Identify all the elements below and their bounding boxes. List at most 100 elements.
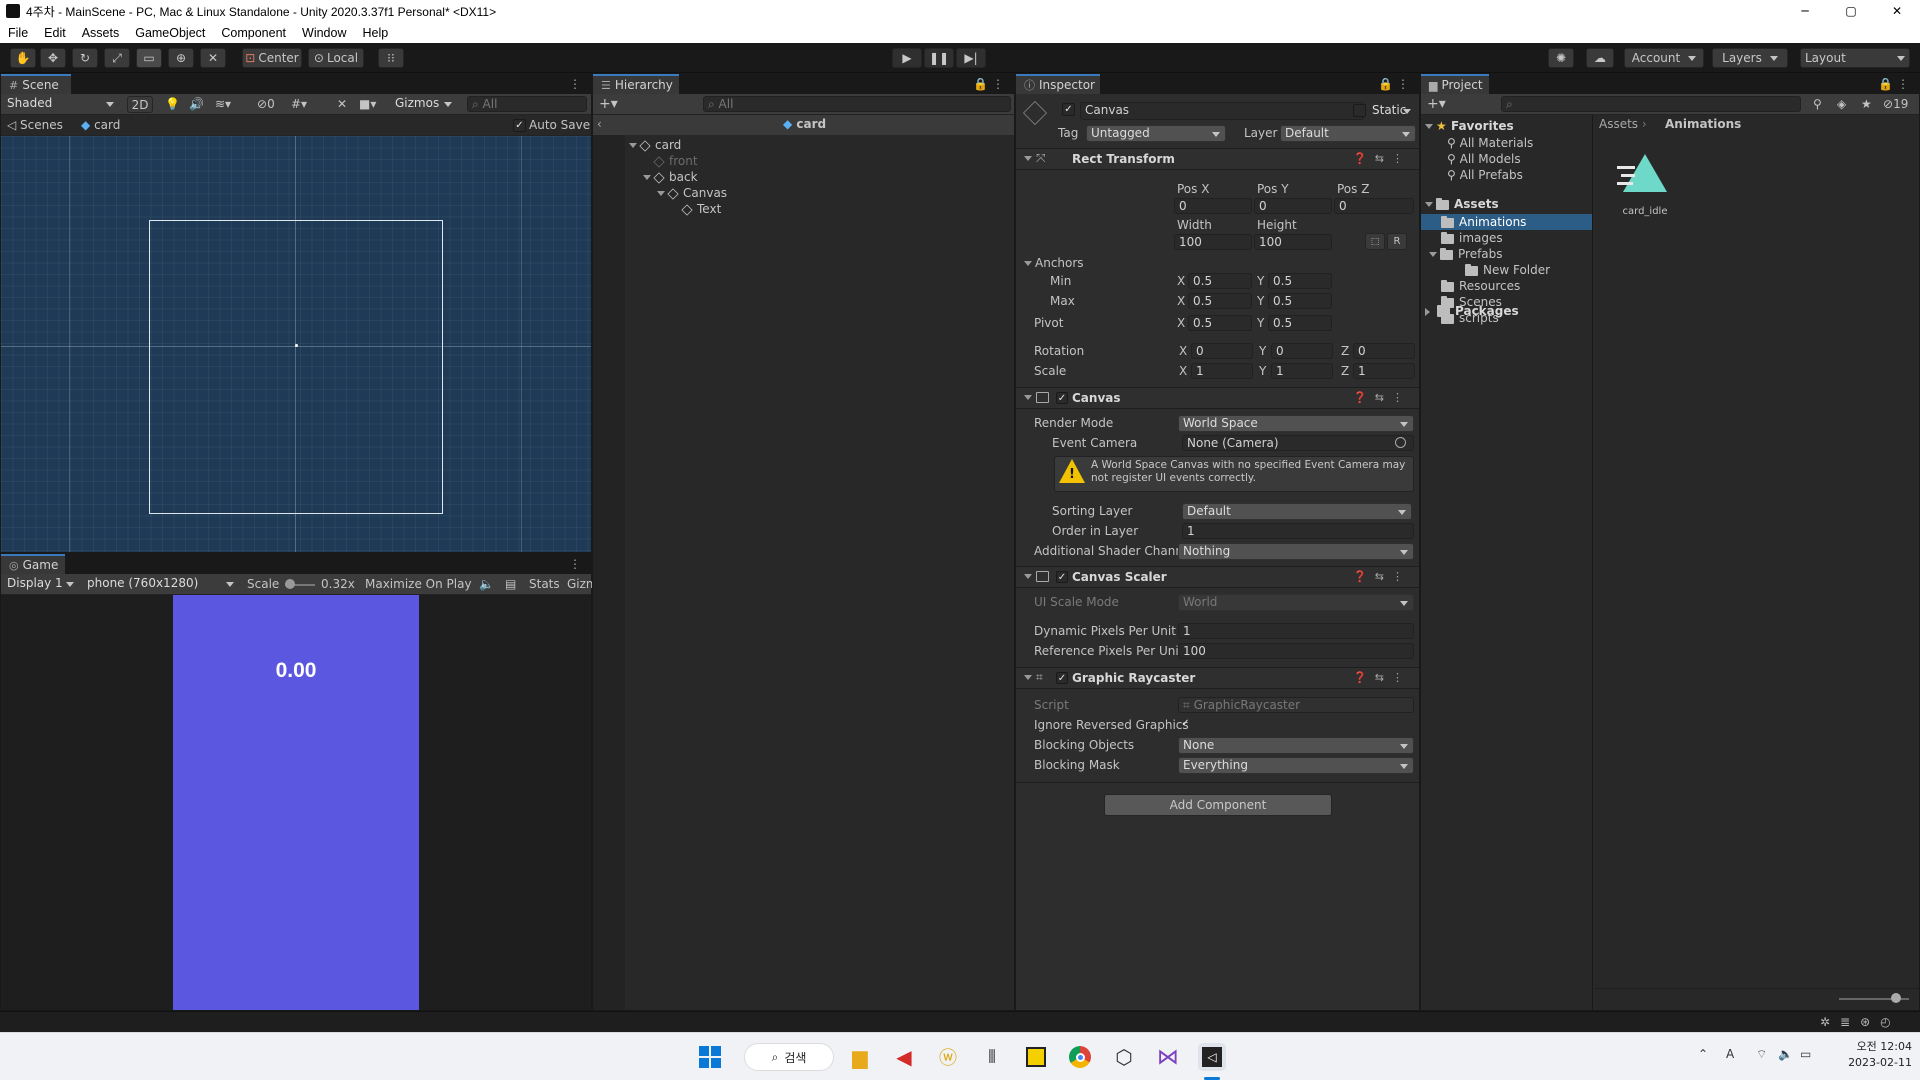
sorting-layer-dropdown[interactable]: Default [1182, 503, 1412, 520]
game-viewport[interactable]: 0.00 [1, 595, 591, 1010]
scale-z-field[interactable]: 1 [1353, 363, 1415, 379]
component-header-icons[interactable]: ❓⇆⋮ [1353, 391, 1411, 404]
favorite-star-icon[interactable]: ★ [1861, 97, 1872, 111]
wifi-icon[interactable]: ⌔ [1756, 1047, 1767, 1062]
volume-icon[interactable]: 🔈 [1778, 1047, 1793, 1061]
tab-hierarchy[interactable]: ☰ Hierarchy [593, 74, 679, 94]
windows-start-icon[interactable] [696, 1043, 724, 1071]
audio-icon[interactable]: 🔊 [189, 97, 204, 111]
object-active-checkbox[interactable]: ✓ [1062, 103, 1075, 116]
collab-icon[interactable]: ✺ [1548, 48, 1574, 68]
dynamic-ppu-field[interactable]: 1 [1178, 623, 1414, 639]
pivot-point[interactable] [295, 344, 298, 347]
menu-assets[interactable]: Assets [74, 26, 128, 40]
hierarchy-lock-icon[interactable]: 🔒 [973, 77, 988, 91]
canvas-enabled-checkbox[interactable]: ✓ [1056, 392, 1068, 404]
expand-arrow-icon[interactable] [657, 190, 665, 200]
menu-help[interactable]: Help [354, 26, 396, 40]
hierarchy-item[interactable]: front [643, 154, 698, 168]
scale-x-field[interactable]: 1 [1191, 363, 1253, 379]
project-lock-icon[interactable]: 🔒 [1878, 77, 1893, 91]
anchor-min-y-field[interactable]: 0.5 [1268, 273, 1332, 289]
project-search-input[interactable]: ⌕ [1501, 96, 1801, 112]
anchor-max-y-field[interactable]: 0.5 [1268, 293, 1332, 309]
tab-game[interactable]: ◎ Game [1, 554, 65, 574]
project-menu-icon[interactable]: ⋮ [1897, 77, 1909, 91]
favorites-foldout[interactable]: ★ Favorites [1425, 119, 1514, 133]
rotation-z-field[interactable]: 0 [1353, 343, 1415, 359]
blueprint-mode-button[interactable]: ⬚ [1365, 233, 1385, 250]
minimize-button[interactable]: ─ [1782, 0, 1828, 22]
close-button[interactable]: ✕ [1874, 0, 1920, 22]
asset-card-idle[interactable]: card_idle [1617, 152, 1677, 232]
hidden-objects-icon[interactable]: ⊘0 [257, 97, 275, 111]
audio-app-icon[interactable]: ⫴ [978, 1043, 1006, 1071]
canvas-scaler-header[interactable]: ✓ Canvas Scaler ❓⇆⋮ [1016, 566, 1419, 588]
inspector-menu-icon[interactable]: ⋮ [1397, 77, 1409, 91]
scale-y-field[interactable]: 1 [1271, 363, 1333, 379]
blocking-objects-dropdown[interactable]: None [1178, 737, 1414, 754]
expand-arrow-icon[interactable] [629, 142, 637, 152]
menu-component[interactable]: Component [213, 26, 294, 40]
project-folder-item[interactable]: scripts [1441, 311, 1499, 325]
file-explorer-icon[interactable]: ▆ [846, 1043, 874, 1071]
rotation-x-field[interactable]: 0 [1191, 343, 1253, 359]
grid-snap-icon[interactable]: ⁝⁝ [378, 48, 404, 68]
expand-arrow-icon[interactable] [1429, 251, 1437, 261]
favorite-item[interactable]: ⚲ All Models [1447, 152, 1521, 166]
sticky-notes-icon[interactable] [1022, 1043, 1050, 1071]
project-folder-item[interactable]: Resources [1441, 279, 1520, 293]
scenes-breadcrumb[interactable]: ◁ Scenes [7, 118, 63, 132]
hierarchy-search-input[interactable]: ⌕ All [703, 96, 1011, 112]
hierarchy-item[interactable]: Canvas [657, 186, 727, 200]
event-camera-field[interactable]: None (Camera) [1182, 435, 1414, 451]
stats-icon[interactable]: ▤ [505, 577, 516, 591]
static-dropdown[interactable]: Static [1370, 103, 1416, 120]
raw-edit-button[interactable]: R [1387, 233, 1407, 250]
breadcrumb-animations[interactable]: Animations [1665, 117, 1741, 131]
unity-editor-icon[interactable]: ◁ [1198, 1043, 1226, 1071]
fold-arrow-icon[interactable] [1024, 156, 1032, 165]
hierarchy-item[interactable]: Text [671, 202, 721, 216]
tab-scene[interactable]: # Scene [1, 74, 71, 94]
object-picker-icon[interactable] [1395, 437, 1406, 448]
shading-dropdown[interactable]: Shaded [3, 96, 119, 113]
card-breadcrumb[interactable]: ◆ card [81, 118, 120, 132]
step-button[interactable]: ▶| [956, 48, 986, 68]
fold-arrow-icon[interactable] [1024, 395, 1032, 404]
scale-slider-handle[interactable] [285, 579, 295, 589]
ignore-reversed-checkbox[interactable]: ✓ [1179, 718, 1192, 731]
play-button[interactable]: ▶ [892, 48, 922, 68]
menu-edit[interactable]: Edit [36, 26, 74, 40]
rect-tool-icon[interactable]: ▭ [136, 48, 162, 68]
menu-window[interactable]: Window [294, 26, 354, 40]
anchor-min-x-field[interactable]: 0.5 [1188, 273, 1252, 289]
camera-icon[interactable]: ■▾ [359, 97, 376, 111]
battery-icon[interactable]: ▭ [1800, 1047, 1811, 1061]
app-yellow-icon[interactable]: ⓦ [934, 1043, 962, 1071]
game-menu-icon[interactable]: ⋮ [569, 557, 581, 571]
unity-hub-icon[interactable]: ⬡ [1110, 1043, 1138, 1071]
hierarchy-menu-icon[interactable]: ⋮ [992, 77, 1004, 91]
project-folder-item[interactable]: images [1441, 231, 1503, 245]
hierarchy-item[interactable]: card [629, 138, 681, 152]
visual-studio-icon[interactable]: ⋈ [1154, 1043, 1182, 1071]
raycaster-enabled-checkbox[interactable]: ✓ [1056, 672, 1068, 684]
rotate-tool-icon[interactable]: ↻ [72, 48, 98, 68]
ime-indicator[interactable]: A [1726, 1047, 1734, 1061]
pos-y-field[interactable]: 0 [1254, 198, 1332, 214]
search-by-label-icon[interactable]: ◈ [1837, 97, 1846, 111]
pivot-rotation-button[interactable]: ⊙ Local [308, 48, 364, 68]
project-folder-item[interactable]: Animations [1441, 215, 1526, 229]
hand-tool-icon[interactable]: ✋ [10, 48, 36, 68]
icon-size-slider-handle[interactable] [1891, 993, 1901, 1003]
component-header-icons[interactable]: ❓⇆⋮ [1353, 570, 1411, 583]
tag-dropdown[interactable]: Untagged [1086, 125, 1226, 142]
rect-transform-header[interactable]: ⤧ Rect Transform ❓⇆⋮ [1016, 148, 1419, 170]
account-dropdown[interactable]: Account [1624, 48, 1704, 68]
width-field[interactable]: 100 [1174, 234, 1252, 250]
blocking-mask-dropdown[interactable]: Everything [1178, 757, 1414, 774]
taskbar-search-button[interactable]: ⌕ 검색 [744, 1043, 834, 1071]
chrome-icon[interactable] [1066, 1043, 1094, 1071]
app-red-icon[interactable]: ◀ [890, 1043, 918, 1071]
